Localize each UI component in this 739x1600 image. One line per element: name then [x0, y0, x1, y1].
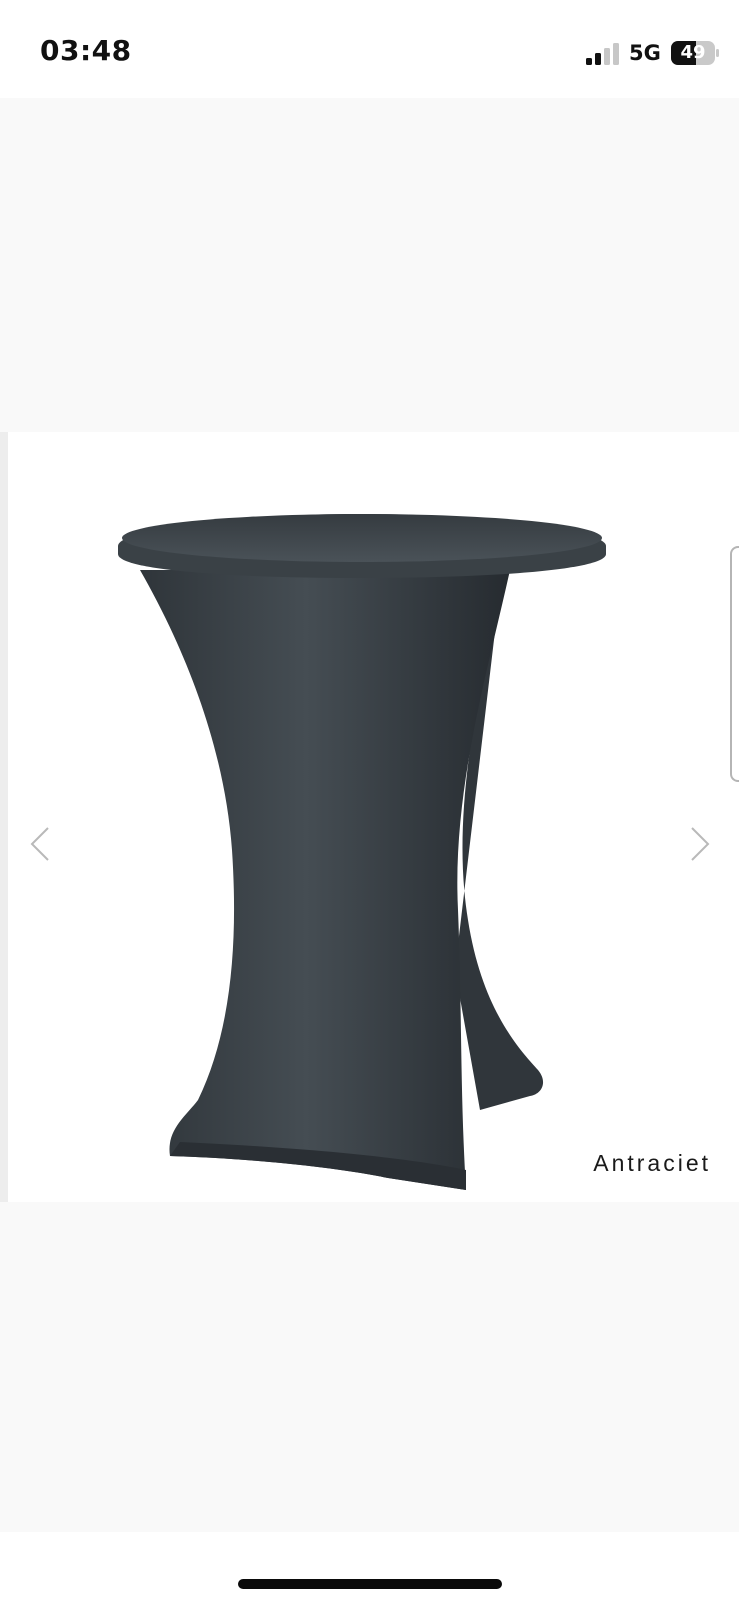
chevron-right-icon[interactable]	[688, 824, 712, 864]
side-panel-tab[interactable]	[730, 546, 739, 782]
bottom-bar	[0, 1532, 739, 1600]
status-bar: 03:48 5G 49	[0, 0, 739, 98]
home-indicator[interactable]	[238, 1579, 502, 1589]
signal-strength-icon	[586, 43, 619, 65]
battery-level: 49	[680, 42, 706, 63]
product-image-gallery[interactable]: Antraciet	[0, 432, 739, 1202]
previous-slide-edge	[0, 432, 8, 1202]
color-caption: Antraciet	[593, 1150, 711, 1176]
chevron-left-icon[interactable]	[28, 824, 52, 864]
product-photo-cocktail-table-cover[interactable]	[110, 490, 630, 1190]
status-time: 03:48	[40, 34, 132, 67]
network-type: 5G	[629, 41, 661, 65]
